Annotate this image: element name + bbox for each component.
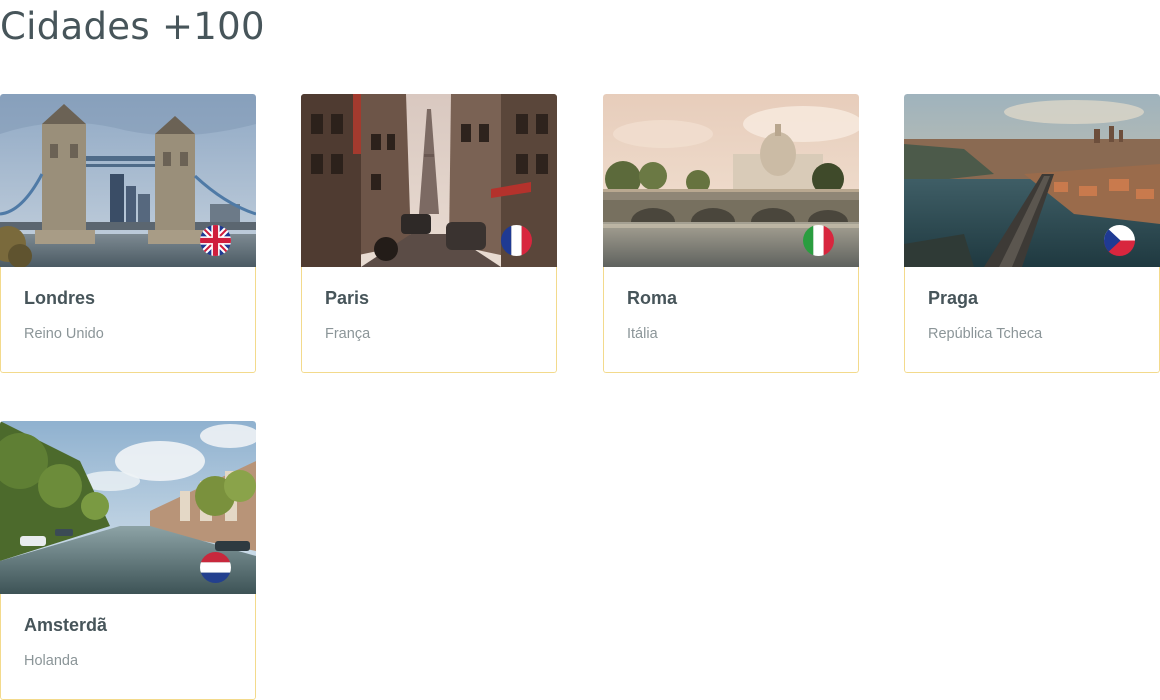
italy-flag-icon: [803, 225, 834, 256]
city-card-body: Amsterdã Holanda: [0, 594, 256, 700]
city-card-londres[interactable]: Londres Reino Unido: [0, 94, 256, 373]
country-name: Itália: [627, 326, 658, 342]
city-name: Praga: [928, 288, 979, 308]
city-card-body: Paris França: [301, 267, 557, 373]
page-title: Cidades +100: [0, 5, 265, 48]
city-card-paris[interactable]: Paris França: [301, 94, 557, 373]
uk-flag-icon: [200, 225, 231, 256]
city-card-praga[interactable]: Praga República Tcheca: [904, 94, 1160, 373]
country-name: República Tcheca: [928, 326, 1043, 342]
city-card-roma[interactable]: Roma Itália: [603, 94, 859, 373]
country-name: França: [325, 326, 371, 342]
city-card-amsterda[interactable]: Amsterdã Holanda: [0, 421, 256, 700]
city-card-body: Roma Itália: [603, 267, 859, 373]
netherlands-flag-icon: [200, 552, 231, 583]
country-name: Holanda: [24, 653, 79, 669]
city-card-body: Praga República Tcheca: [904, 267, 1160, 373]
city-card-body: Londres Reino Unido: [0, 267, 256, 373]
city-name: Londres: [24, 288, 96, 308]
france-flag-icon: [501, 225, 532, 256]
city-name: Amsterdã: [24, 615, 108, 635]
city-name: Paris: [325, 288, 370, 308]
czech-flag-icon: [1104, 225, 1135, 256]
city-name: Roma: [627, 288, 678, 308]
country-name: Reino Unido: [24, 326, 104, 342]
